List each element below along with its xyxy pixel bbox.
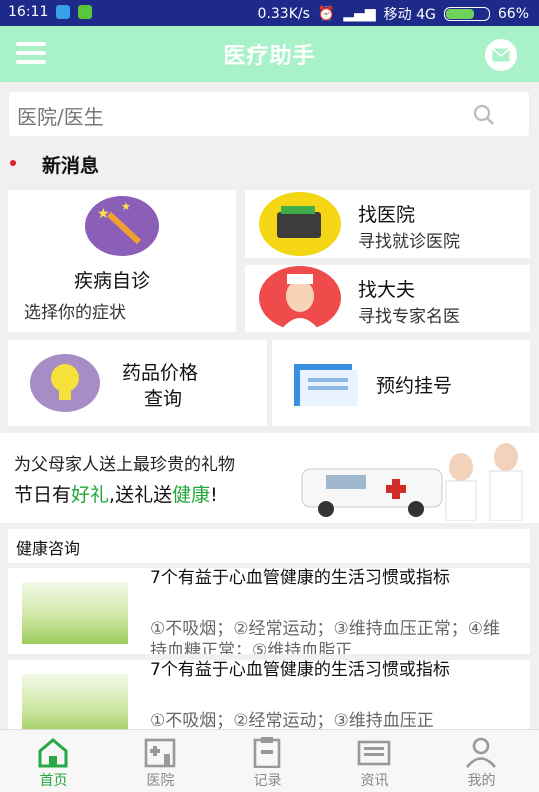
doctor-subtitle: 寻找专家名医	[358, 307, 460, 327]
news-title: 新消息	[42, 155, 100, 177]
new-dot-icon	[10, 160, 16, 166]
ambulance-doctors-image	[301, 443, 523, 521]
disease-title: 疾病自诊	[74, 270, 151, 292]
tab-records[interactable]: 记录	[214, 730, 321, 792]
article-thumbnail	[22, 674, 128, 736]
magic-wand-icon: ★ ★	[85, 196, 159, 256]
search-input[interactable]: 医院/医生	[9, 92, 529, 136]
hospital-subtitle: 寻找就诊医院	[358, 232, 460, 252]
tab-news[interactable]: 资讯	[321, 730, 428, 792]
home-icon	[38, 738, 68, 768]
tab-hospital[interactable]: 医院	[107, 730, 214, 792]
clipboard-icon	[253, 737, 281, 768]
news-header[interactable]: 新消息	[0, 148, 539, 180]
find-hospital-card[interactable]: 找医院 寻找就诊医院	[245, 190, 530, 258]
app-title: 医疗助手	[223, 44, 316, 69]
search-icon[interactable]	[473, 104, 495, 126]
nurse-icon	[259, 266, 341, 330]
tab-label: 我的	[467, 773, 496, 789]
hospital-title: 找医院	[358, 204, 416, 226]
mail-icon[interactable]	[485, 39, 517, 71]
tab-label: 医院	[146, 773, 175, 789]
tab-label: 记录	[253, 773, 282, 789]
notification-icon	[56, 5, 71, 19]
article-title: 7个有益于心血管健康的生活习惯或指标	[150, 660, 450, 680]
svg-text:★: ★	[121, 200, 131, 213]
status-time: 16:11	[8, 4, 49, 20]
tab-profile[interactable]: 我的	[428, 730, 535, 792]
article-summary: ①不吸烟；②经常运动；③维持血压正常；④维持血糖正常；⑤维持血脂正	[150, 619, 500, 654]
wechat-icon	[78, 5, 93, 19]
tab-label: 首页	[39, 773, 68, 789]
disease-subtitle: 选择你的症状	[24, 303, 126, 323]
battery-icon	[443, 7, 490, 21]
bottom-tab-bar: 首页 医院 记录 资讯 我的	[0, 729, 539, 792]
signal-icon: ▂▄▆	[343, 6, 376, 22]
article-item[interactable]: 7个有益于心血管健康的生活习惯或指标 ①不吸烟；②经常运动；③维持血压正常；④维…	[8, 568, 530, 654]
folder-icon	[294, 360, 360, 408]
network-speed: 0.33K/s	[257, 6, 310, 22]
appointment-card[interactable]: 预约挂号	[272, 340, 530, 426]
drug-title-line1: 药品价格	[122, 362, 199, 384]
news-icon	[357, 740, 391, 766]
doctor-title: 找大夫	[358, 279, 416, 301]
search-placeholder: 医院/医生	[17, 105, 104, 129]
health-section-header: 健康咨询	[8, 529, 530, 563]
appointment-title: 预约挂号	[376, 375, 453, 397]
promo-banner[interactable]: 为父母家人送上最珍贵的礼物 节日有好礼,送礼送健康!	[0, 433, 539, 523]
banner-line1: 为父母家人送上最珍贵的礼物	[14, 455, 235, 475]
drug-price-card[interactable]: 药品价格 查询	[8, 340, 267, 426]
disease-self-check-card[interactable]: ★ ★ 疾病自诊 选择你的症状	[8, 190, 236, 332]
article-thumbnail	[22, 582, 128, 644]
drug-title-line2: 查询	[144, 388, 183, 410]
article-title: 7个有益于心血管健康的生活习惯或指标	[150, 568, 450, 588]
lightbulb-icon	[30, 354, 100, 412]
svg-text:★: ★	[97, 206, 110, 222]
wallet-icon	[259, 192, 341, 256]
banner-line2: 节日有好礼,送礼送健康!	[14, 484, 218, 506]
tab-label: 资讯	[360, 773, 389, 789]
find-doctor-card[interactable]: 找大夫 寻找专家名医	[245, 265, 530, 332]
app-bar: 医疗助手	[0, 26, 539, 82]
status-bar: 16:11 0.33K/s ⏰ ▂▄▆ 移动 4G 66%	[0, 0, 539, 26]
battery-percent: 66%	[497, 6, 529, 22]
hospital-icon	[144, 738, 176, 768]
tab-home[interactable]: 首页	[0, 730, 107, 792]
health-section-title: 健康咨询	[16, 539, 81, 558]
user-icon	[465, 737, 497, 768]
carrier-label: 移动 4G	[383, 7, 436, 23]
alarm-icon: ⏰	[317, 6, 336, 22]
